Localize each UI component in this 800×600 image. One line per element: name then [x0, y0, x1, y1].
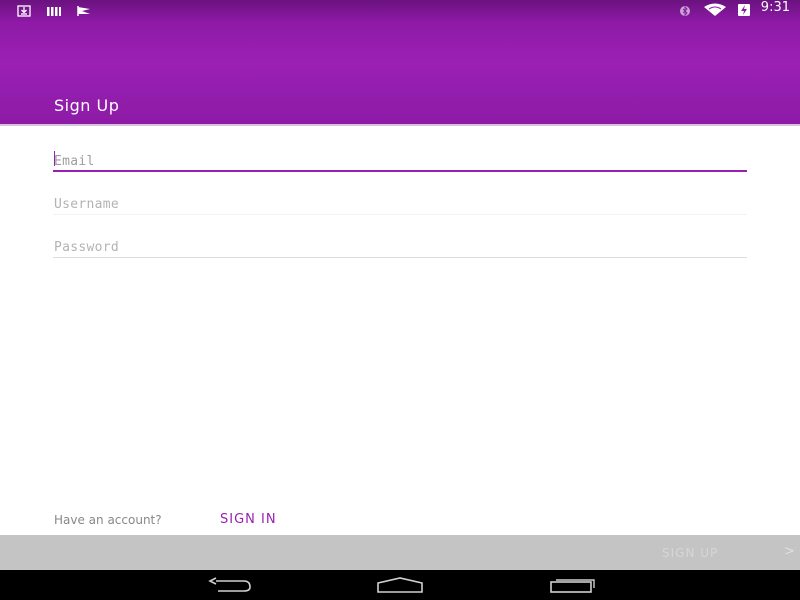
sign-up-label: SIGN UP — [662, 546, 719, 560]
username-field[interactable] — [53, 195, 747, 214]
password-field-container — [53, 236, 747, 258]
sign-up-button[interactable]: SIGN UP > — [0, 535, 800, 570]
page-title: Sign Up — [54, 96, 120, 115]
have-account-text: Have an account? — [54, 513, 162, 527]
signal-bars-icon — [46, 2, 62, 16]
password-underline — [53, 257, 747, 258]
download-icon — [16, 2, 32, 17]
password-field[interactable] — [53, 238, 747, 257]
chevron-right-icon: > — [784, 544, 795, 559]
back-icon[interactable] — [204, 575, 254, 595]
text-cursor — [54, 151, 55, 166]
status-time: 9:31 — [760, 0, 790, 15]
sign-in-link[interactable]: SIGN IN — [220, 512, 277, 527]
bluetooth-icon — [677, 2, 693, 17]
navigation-bar — [0, 570, 800, 600]
email-field-container — [53, 150, 747, 172]
home-icon[interactable] — [375, 575, 425, 595]
username-field-container — [53, 193, 747, 215]
app-header: 9:31 Sign Up — [0, 0, 800, 126]
wifi-icon — [703, 2, 727, 16]
email-field[interactable] — [53, 152, 747, 171]
flag-icon — [76, 2, 92, 16]
recent-apps-icon[interactable] — [546, 575, 598, 595]
username-underline — [53, 214, 747, 215]
email-underline — [53, 170, 747, 172]
status-bar: 9:31 — [0, 0, 800, 17]
battery-charging-icon — [737, 2, 751, 16]
